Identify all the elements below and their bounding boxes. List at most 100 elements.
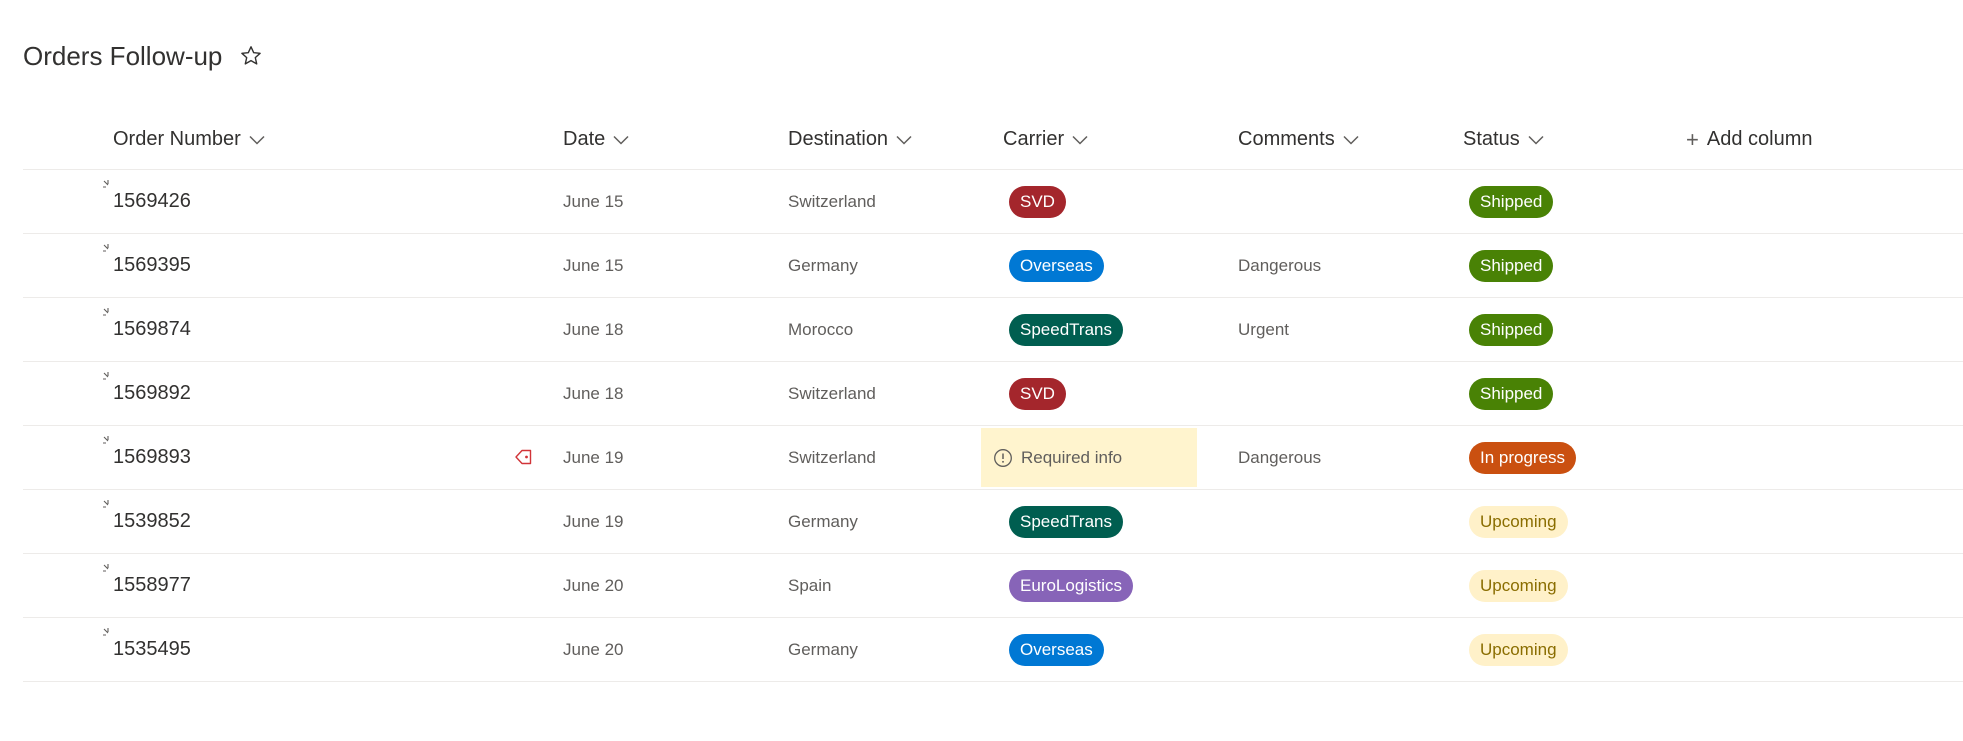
- status-pill-shipped[interactable]: Shipped: [1469, 313, 1554, 346]
- new-item-spark-icon: [103, 436, 109, 444]
- order-number-cell[interactable]: 1569892: [103, 362, 513, 425]
- carrier-pill-overseas[interactable]: Overseas: [1009, 633, 1104, 666]
- date-cell: June 20: [563, 618, 763, 681]
- destination-cell: Spain: [788, 554, 988, 617]
- status-cell: Shipped: [1463, 170, 1713, 233]
- order-number-cell[interactable]: 1569893: [103, 426, 513, 489]
- destination-value: Switzerland: [788, 383, 876, 403]
- order-number-cell[interactable]: 1569395: [103, 234, 513, 297]
- add-column-label: Add column: [1706, 128, 1813, 150]
- status-cell: Shipped: [1463, 362, 1713, 425]
- carrier-pill-svd[interactable]: SVD: [1009, 185, 1066, 218]
- order-number: 1569893: [113, 446, 191, 468]
- date-value: June 20: [563, 575, 624, 595]
- status-cell: In progress: [1463, 426, 1713, 489]
- rows-container: 1569426 June 15 Switzerland SVD Shipped 15693…: [23, 170, 1963, 682]
- column-header-destination[interactable]: Destination: [788, 110, 988, 169]
- destination-value: Spain: [788, 575, 832, 595]
- add-column-button[interactable]: + Add column: [1686, 110, 1906, 169]
- order-number: 1569426: [113, 190, 191, 212]
- status-pill-upcoming[interactable]: Upcoming: [1469, 633, 1568, 666]
- order-number-cell[interactable]: 1539852: [103, 490, 513, 553]
- new-item-spark-icon: [103, 564, 109, 572]
- date-cell: June 19: [563, 490, 763, 553]
- carrier-cell: Overseas: [1003, 618, 1233, 681]
- order-number-cell[interactable]: 1569426: [103, 170, 513, 233]
- column-header-label: Status: [1463, 128, 1520, 150]
- destination-value: Switzerland: [788, 191, 876, 211]
- column-header-date[interactable]: Date: [563, 110, 763, 169]
- carrier-cell: SpeedTrans: [1003, 298, 1233, 361]
- star-icon[interactable]: [238, 43, 264, 69]
- carrier-cell: SVD: [1003, 362, 1233, 425]
- chevron-down-icon: [249, 135, 265, 145]
- carrier-cell: Required info: [981, 426, 1233, 489]
- destination-value: Germany: [788, 255, 858, 275]
- order-number-cell[interactable]: 1558977: [103, 554, 513, 617]
- column-header-status[interactable]: Status: [1463, 110, 1713, 169]
- carrier-pill-speedtrans[interactable]: SpeedTrans: [1009, 313, 1123, 346]
- column-header-label: Destination: [788, 128, 889, 150]
- page-title: Orders Follow-up: [23, 40, 223, 71]
- destination-cell: Germany: [788, 618, 988, 681]
- date-cell: June 20: [563, 554, 763, 617]
- table-row[interactable]: 1569893 June 19 Switzerland Required info Da…: [23, 426, 1963, 490]
- date-cell: June 18: [563, 298, 763, 361]
- order-number: 1569395: [113, 254, 191, 276]
- status-cell: Shipped: [1463, 234, 1713, 297]
- destination-value: Switzerland: [788, 447, 876, 467]
- destination-cell: Germany: [788, 234, 988, 297]
- carrier-pill-speedtrans[interactable]: SpeedTrans: [1009, 505, 1123, 538]
- order-number: 1539852: [113, 510, 191, 532]
- order-number-cell[interactable]: 1569874: [103, 298, 513, 361]
- table-row[interactable]: 1569892 June 18 Switzerland SVD Shipped: [23, 362, 1963, 426]
- column-header-label: Date: [563, 128, 606, 150]
- carrier-pill-eurologistics[interactable]: EuroLogistics: [1009, 569, 1134, 602]
- required-info-cell[interactable]: Required info: [981, 428, 1197, 487]
- column-header-label: Comments: [1238, 128, 1335, 150]
- table-row[interactable]: 1535495 June 20 Germany Overseas Upcoming: [23, 618, 1963, 682]
- new-item-spark-icon: [103, 244, 109, 252]
- order-number: 1569892: [113, 382, 191, 404]
- status-pill-shipped[interactable]: Shipped: [1469, 249, 1554, 282]
- comments-cell: [1238, 618, 1438, 681]
- destination-cell: Switzerland: [788, 362, 988, 425]
- carrier-pill-svd[interactable]: SVD: [1009, 377, 1066, 410]
- carrier-cell: SVD: [1003, 170, 1233, 233]
- table-row[interactable]: 1539852 June 19 Germany SpeedTrans Upcoming: [23, 490, 1963, 554]
- destination-cell: Switzerland: [788, 426, 988, 489]
- destination-cell: Morocco: [788, 298, 988, 361]
- comments-value: Urgent: [1238, 319, 1290, 339]
- column-header-order-number[interactable]: Order Number: [113, 110, 513, 169]
- table-row[interactable]: 1558977 June 20 Spain EuroLogistics Upcoming: [23, 554, 1963, 618]
- column-header-comments[interactable]: Comments: [1238, 110, 1438, 169]
- date-value: June 18: [563, 383, 624, 403]
- carrier-cell: Overseas: [1003, 234, 1233, 297]
- comments-cell: [1238, 554, 1438, 617]
- new-item-spark-icon: [103, 180, 109, 188]
- comments-cell: [1238, 490, 1438, 553]
- chevron-down-icon: [1343, 135, 1359, 145]
- status-pill-in-progress[interactable]: In progress: [1469, 441, 1577, 474]
- status-pill-upcoming[interactable]: Upcoming: [1469, 569, 1568, 602]
- date-cell: June 15: [563, 234, 763, 297]
- order-number: 1558977: [113, 574, 191, 596]
- column-header-carrier[interactable]: Carrier: [1003, 110, 1233, 169]
- status-pill-shipped[interactable]: Shipped: [1469, 185, 1554, 218]
- carrier-pill-overseas[interactable]: Overseas: [1009, 249, 1104, 282]
- destination-value: Germany: [788, 511, 858, 531]
- status-pill-upcoming[interactable]: Upcoming: [1469, 505, 1568, 538]
- destination-value: Germany: [788, 639, 858, 659]
- tag-warning-icon[interactable]: [513, 446, 535, 468]
- status-pill-shipped[interactable]: Shipped: [1469, 377, 1554, 410]
- date-value: June 20: [563, 639, 624, 659]
- status-cell: Shipped: [1463, 298, 1713, 361]
- carrier-cell: SpeedTrans: [1003, 490, 1233, 553]
- table-row[interactable]: 1569426 June 15 Switzerland SVD Shipped: [23, 170, 1963, 234]
- page-header: Orders Follow-up: [23, 36, 264, 76]
- destination-value: Morocco: [788, 319, 854, 339]
- chevron-down-icon: [1528, 135, 1544, 145]
- order-number-cell[interactable]: 1535495: [103, 618, 513, 681]
- table-row[interactable]: 1569395 June 15 Germany Overseas Dangerous Sh…: [23, 234, 1963, 298]
- table-row[interactable]: 1569874 June 18 Morocco SpeedTrans Urgent Shi…: [23, 298, 1963, 362]
